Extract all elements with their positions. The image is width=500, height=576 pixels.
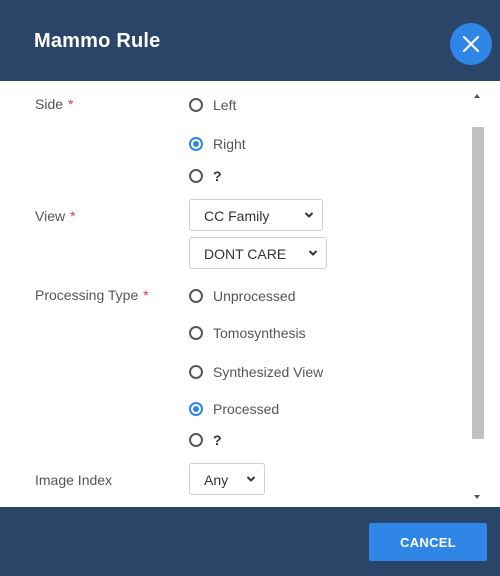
dialog-title: Mammo Rule xyxy=(34,30,161,52)
scroll-up-arrow-icon[interactable] xyxy=(474,94,480,98)
required-mark: * xyxy=(143,287,149,303)
radio-button[interactable] xyxy=(189,402,203,416)
radio-button[interactable] xyxy=(189,137,203,151)
mammo-rule-dialog: Mammo Rule Side * Left Right ? View * CC F… xyxy=(0,0,500,576)
select-value: Any xyxy=(204,472,229,488)
dialog-footer: CANCEL xyxy=(0,507,500,576)
select-value: CC Family xyxy=(204,208,270,224)
scroll-down-arrow-icon[interactable] xyxy=(474,495,480,499)
close-button[interactable] xyxy=(450,23,492,65)
view-label: View * xyxy=(35,208,76,224)
radio-button[interactable] xyxy=(189,326,203,340)
radio-button[interactable] xyxy=(189,289,203,303)
dialog-header: Mammo Rule xyxy=(0,0,500,81)
radio-button[interactable] xyxy=(189,169,203,183)
close-icon xyxy=(462,35,480,53)
dialog-body: Side * Left Right ? View * CC Family DONT … xyxy=(0,81,500,507)
radio-button[interactable] xyxy=(189,433,203,447)
processing-option-label: Tomosynthesis xyxy=(213,325,306,341)
view-family-select[interactable]: CC Family xyxy=(189,199,323,231)
image-index-select[interactable]: Any xyxy=(189,463,265,495)
chevron-down-icon xyxy=(308,250,318,256)
vertical-scrollbar[interactable] xyxy=(470,89,486,501)
chevron-down-icon xyxy=(246,476,256,482)
cancel-button[interactable]: CANCEL xyxy=(369,523,487,561)
radio-button[interactable] xyxy=(189,365,203,379)
required-mark: * xyxy=(70,208,76,224)
image-index-label: Image Index xyxy=(35,472,113,488)
view-modifier-select[interactable]: DONT CARE xyxy=(189,237,327,269)
chevron-down-icon xyxy=(304,212,314,218)
radio-button[interactable] xyxy=(189,98,203,112)
scrollbar-thumb[interactable] xyxy=(472,127,484,439)
side-option-label: Left xyxy=(213,97,237,113)
side-label: Side * xyxy=(35,96,74,112)
processing-option-label: Processed xyxy=(213,401,280,417)
processing-option-label: ? xyxy=(213,432,222,448)
processing-type-label: Processing Type * xyxy=(35,287,149,303)
processing-option-label: Synthesized View xyxy=(213,364,324,380)
select-value: DONT CARE xyxy=(204,246,287,262)
processing-option-label: Unprocessed xyxy=(213,288,296,304)
side-option-label: ? xyxy=(213,168,222,184)
side-option-label: Right xyxy=(213,136,246,152)
required-mark: * xyxy=(68,96,74,112)
